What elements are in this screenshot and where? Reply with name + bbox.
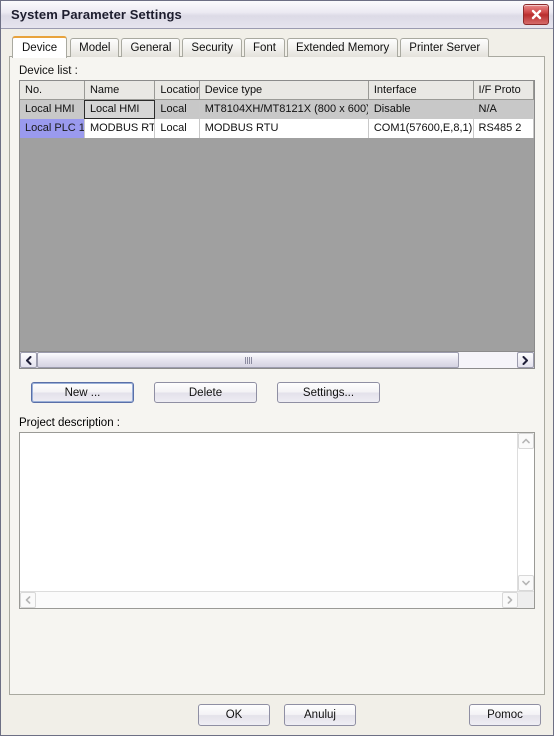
- dialog-body: Device Model General Security Font Exten…: [1, 29, 553, 695]
- device-list-hscrollbar[interactable]: [19, 352, 535, 369]
- tab-font[interactable]: Font: [243, 38, 285, 57]
- project-description-input[interactable]: [20, 433, 517, 591]
- cell-device-type[interactable]: MODBUS RTU: [199, 118, 369, 138]
- scroll-left-button[interactable]: [20, 352, 37, 368]
- cell-location[interactable]: Local: [154, 99, 200, 119]
- chevron-left-icon: [25, 596, 31, 604]
- chevron-right-icon: [522, 355, 528, 365]
- grid-empty-area: [20, 137, 534, 351]
- hscroll-thumb[interactable]: [37, 352, 460, 368]
- tab-extended-memory[interactable]: Extended Memory: [286, 38, 399, 57]
- tab-model[interactable]: Model: [70, 38, 120, 57]
- cell-interface[interactable]: Disable: [368, 99, 474, 119]
- device-tab-panel: Device list : No. Name Location Device t…: [9, 56, 545, 695]
- title-bar: System Parameter Settings: [1, 1, 553, 29]
- cell-no[interactable]: Local PLC 1: [20, 118, 85, 138]
- help-button[interactable]: Pomoc: [469, 704, 541, 726]
- project-description-label: Project description :: [19, 417, 120, 429]
- cell-name[interactable]: Local HMI: [84, 99, 156, 119]
- description-vscrollbar[interactable]: [517, 433, 534, 591]
- scroll-down-button[interactable]: [518, 575, 534, 591]
- column-header-interface[interactable]: Interface: [368, 81, 474, 100]
- chevron-up-icon: [522, 438, 530, 444]
- cell-interface[interactable]: COM1(57600,E,8,1): [368, 118, 474, 138]
- chevron-left-icon: [26, 355, 32, 365]
- column-header-name[interactable]: Name: [84, 81, 156, 100]
- cancel-button[interactable]: Anuluj: [284, 704, 356, 726]
- new-device-button[interactable]: New ...: [31, 382, 134, 403]
- cell-if-protocol[interactable]: RS485 2: [473, 118, 534, 138]
- column-header-no[interactable]: No.: [20, 81, 85, 100]
- device-list-label: Device list :: [19, 65, 78, 77]
- cell-device-type[interactable]: MT8104XH/MT8121X (800 x 600): [199, 99, 369, 119]
- device-settings-button[interactable]: Settings...: [277, 382, 380, 403]
- tab-strip: Device Model General Security Font Exten…: [9, 35, 545, 58]
- grip-icon: [244, 356, 252, 364]
- ok-button[interactable]: OK: [198, 704, 270, 726]
- device-table: No. Name Location Device type Interface …: [20, 81, 534, 138]
- table-header-row: No. Name Location Device type Interface …: [20, 81, 534, 100]
- description-inner: [20, 433, 534, 591]
- chevron-right-icon: [507, 596, 513, 604]
- scroll-up-button[interactable]: [518, 433, 534, 449]
- device-action-buttons: New ... Delete Settings...: [19, 382, 535, 403]
- desc-scroll-left-button[interactable]: [20, 592, 36, 608]
- close-button[interactable]: [523, 4, 549, 25]
- column-header-if-protocol[interactable]: I/F Proto: [473, 81, 534, 100]
- desc-scroll-right-button[interactable]: [502, 592, 518, 608]
- cell-name[interactable]: MODBUS RTU: [84, 118, 156, 138]
- scroll-right-button[interactable]: [517, 352, 534, 368]
- system-parameter-settings-dialog: System Parameter Settings Device Model G…: [0, 0, 554, 736]
- tab-general[interactable]: General: [121, 38, 181, 57]
- column-header-location[interactable]: Location: [154, 81, 200, 100]
- delete-device-button[interactable]: Delete: [154, 382, 257, 403]
- desc-hscroll-track[interactable]: [36, 592, 502, 608]
- table-row[interactable]: Local PLC 1 MODBUS RTU Local MODBUS RTU …: [20, 118, 534, 138]
- hscroll-track[interactable]: [37, 352, 517, 368]
- column-header-device-type[interactable]: Device type: [199, 81, 369, 100]
- tab-device[interactable]: Device: [12, 36, 68, 58]
- description-hscrollbar[interactable]: [20, 591, 534, 608]
- dialog-footer: OK Anuluj Pomoc: [1, 695, 553, 735]
- cell-no[interactable]: Local HMI: [20, 99, 85, 119]
- scroll-corner: [518, 592, 534, 608]
- cell-location[interactable]: Local: [154, 118, 200, 138]
- tab-printer-server[interactable]: Printer Server: [400, 38, 490, 57]
- project-description-box[interactable]: [19, 432, 535, 609]
- close-icon: [531, 9, 541, 20]
- tab-security[interactable]: Security: [182, 38, 242, 57]
- chevron-down-icon: [522, 580, 530, 586]
- vscroll-track[interactable]: [518, 449, 534, 575]
- cell-if-protocol[interactable]: N/A: [473, 99, 534, 119]
- table-row[interactable]: Local HMI Local HMI Local MT8104XH/MT812…: [20, 99, 534, 119]
- window-title: System Parameter Settings: [11, 7, 182, 22]
- device-list-grid[interactable]: No. Name Location Device type Interface …: [19, 80, 535, 352]
